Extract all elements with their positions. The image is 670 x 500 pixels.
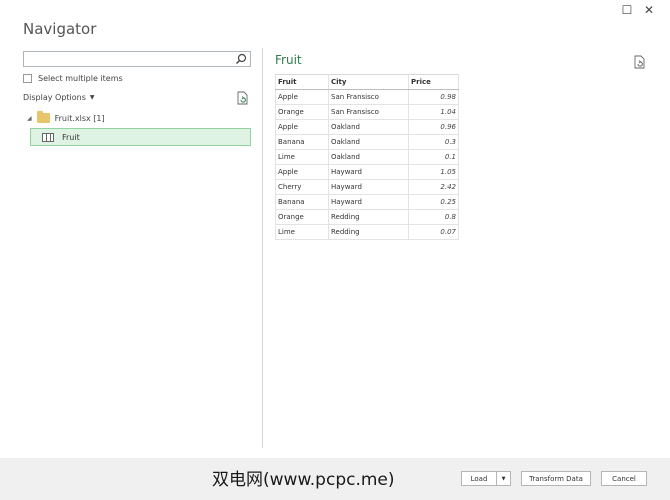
table-row: Apple Hayward 1.05 [275,164,459,180]
table-cell: Orange [275,104,329,120]
table-row: Lime Oakland 0.1 [275,149,459,165]
table-cell: 0.25 [408,194,459,210]
caret-down-icon: ▼ [89,94,95,101]
table-row: Banana Hayward 0.25 [275,194,459,210]
table-cell: Lime [275,149,329,165]
column-header: Price [408,74,459,90]
table-cell: 0.8 [408,209,459,225]
table-cell: 1.04 [408,104,459,120]
load-dropdown-button[interactable]: ▼ [497,471,511,486]
table-cell: Redding [328,209,409,225]
table-cell: 0.96 [408,119,459,135]
preview-title: Fruit [275,53,302,67]
table-cell: 2.42 [408,179,459,195]
window-controls: ☐ ✕ [616,2,660,18]
cancel-button[interactable]: Cancel [601,471,647,486]
table-cell: Banana [275,194,329,210]
tree-item-label: Fruit [62,132,80,142]
table-row: Cherry Hayward 2.42 [275,179,459,195]
table-row: Banana Oakland 0.3 [275,134,459,150]
tree-file-label: Fruit.xlsx [1] [54,113,105,123]
table-cell: Apple [275,89,329,105]
search-input[interactable] [23,51,251,67]
table-cell: Oakland [328,149,409,165]
tree-file-node[interactable]: ◢ Fruit.xlsx [1] [27,111,105,123]
table-header-row: Fruit City Price [275,74,459,90]
table-cell: Cherry [275,179,329,195]
expand-triangle-icon[interactable]: ◢ [27,115,32,122]
search-icon[interactable] [235,53,247,65]
table-cell: Lime [275,224,329,240]
select-multiple-option[interactable]: Select multiple items [23,74,123,83]
preview-table: Fruit City Price Apple San Fransisco 0.9… [275,74,459,240]
table-cell: San Fransisco [328,104,409,120]
table-cell: Redding [328,224,409,240]
dialog-title: Navigator [23,20,97,38]
table-row: Lime Redding 0.07 [275,224,459,240]
close-button[interactable]: ✕ [638,2,660,18]
preview-refresh-icon[interactable] [634,55,646,69]
table-icon [42,132,54,142]
transform-data-button[interactable]: Transform Data [521,471,591,486]
table-cell: Hayward [328,164,409,180]
table-cell: 0.1 [408,149,459,165]
table-cell: 0.07 [408,224,459,240]
pane-divider [262,48,263,448]
display-options-label: Display Options [23,93,86,102]
refresh-icon[interactable] [237,91,249,105]
table-row: Orange San Fransisco 1.04 [275,104,459,120]
table-row: Orange Redding 0.8 [275,209,459,225]
maximize-button[interactable]: ☐ [616,2,638,18]
table-cell: Oakland [328,134,409,150]
table-cell: Orange [275,209,329,225]
table-cell: 1.05 [408,164,459,180]
load-button[interactable]: Load [461,471,497,486]
table-row: Apple San Fransisco 0.98 [275,89,459,105]
chevron-down-icon: ▼ [501,475,506,482]
table-cell: San Fransisco [328,89,409,105]
column-header: City [328,74,409,90]
watermark-text: 双电网(www.pcpc.me) [212,470,395,490]
table-cell: Hayward [328,194,409,210]
table-cell: Oakland [328,119,409,135]
folder-icon [36,111,50,123]
select-multiple-checkbox[interactable] [23,74,32,83]
table-cell: 0.98 [408,89,459,105]
table-cell: Apple [275,164,329,180]
table-row: Apple Oakland 0.96 [275,119,459,135]
display-options-dropdown[interactable]: Display Options ▼ [23,93,95,102]
table-cell: Banana [275,134,329,150]
tree-item-fruit[interactable]: Fruit [30,128,251,146]
table-cell: Apple [275,119,329,135]
column-header: Fruit [275,74,329,90]
table-cell: 0.3 [408,134,459,150]
table-cell: Hayward [328,179,409,195]
select-multiple-label: Select multiple items [38,74,123,83]
